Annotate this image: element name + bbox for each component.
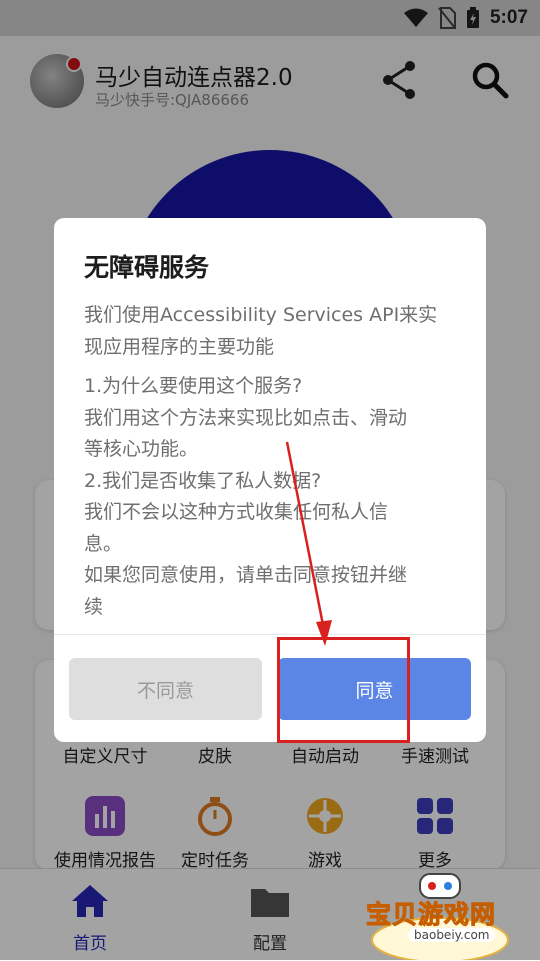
watermark-url: baobeiy.com [408,928,496,942]
watermark-text: 宝贝游戏网 [365,900,497,930]
annotation-highlight-box [277,637,410,743]
annotation-arrow [285,441,332,646]
